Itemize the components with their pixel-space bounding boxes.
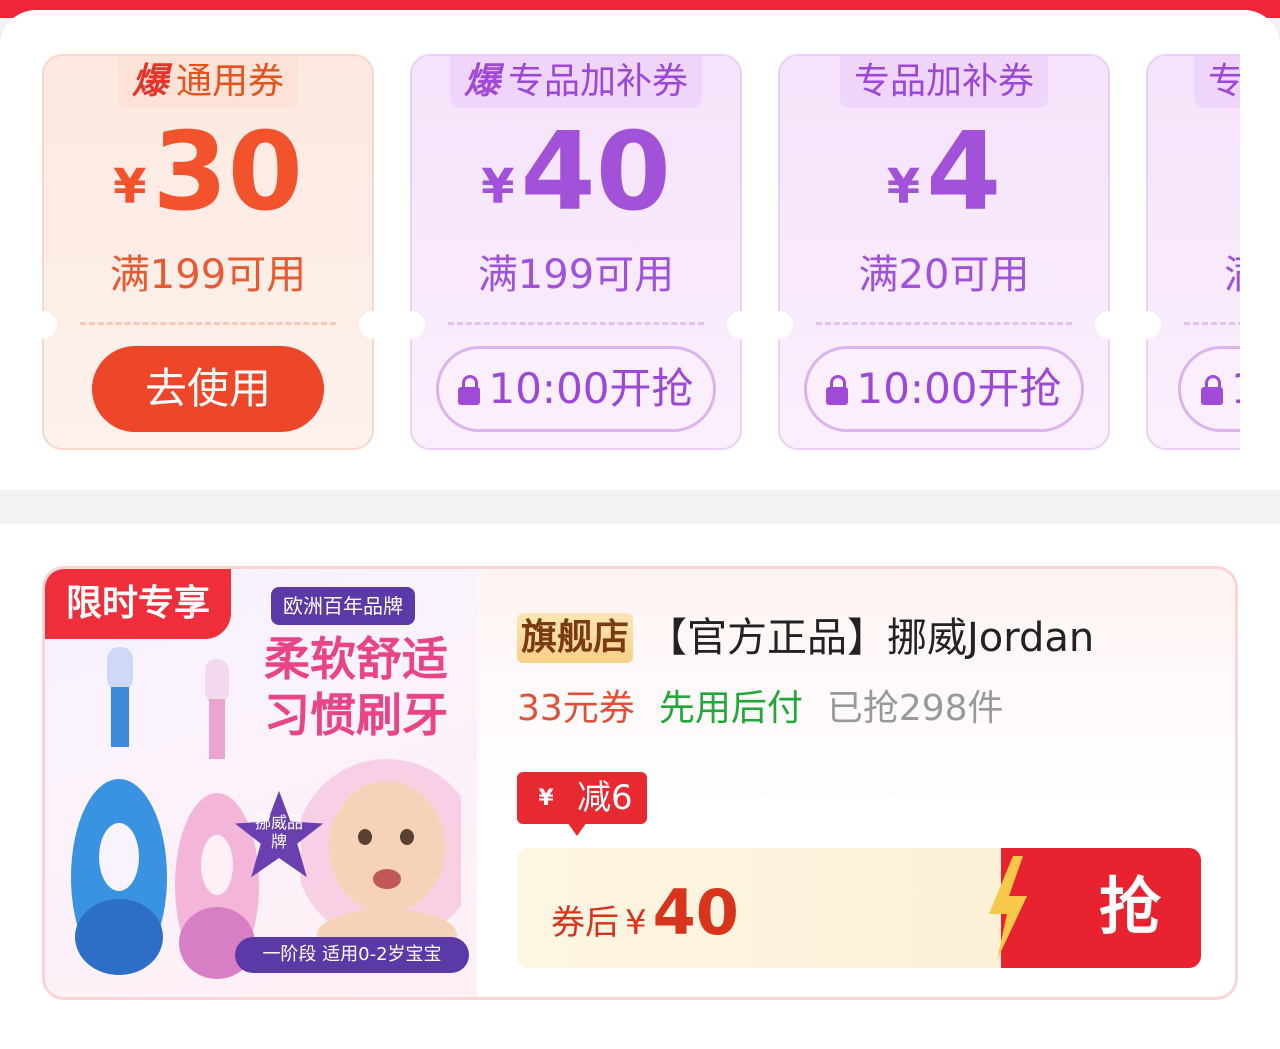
currency-symbol: ¥ <box>625 903 647 943</box>
badge-pointer <box>567 822 587 836</box>
lightning-icon <box>989 856 1027 960</box>
grab-button-label[interactable]: 抢 <box>1099 870 1161 944</box>
coupon-condition: 满199可用 <box>109 252 307 298</box>
age-stage-banner: 一阶段 适用0-2岁宝宝 <box>235 937 469 973</box>
after-coupon-label: 券后 <box>551 903 619 943</box>
hot-badge: 爆 <box>131 61 168 102</box>
lock-icon <box>826 375 849 405</box>
grab-at-time-button[interactable]: 10:00开抢 <box>804 346 1084 432</box>
slogan-line: 习惯刷牙 <box>264 688 448 742</box>
product-slogan: 柔软舒适 习惯刷牙 <box>241 631 471 743</box>
currency-symbol: ¥ <box>481 159 515 215</box>
currency-symbol: ¥ <box>113 159 147 215</box>
lock-icon <box>458 375 481 405</box>
coupon-tag: 爆 通用券 <box>117 56 299 108</box>
coupon-card-special-40[interactable]: 爆 专品加补券 ¥40 满199可用 10:00开抢 <box>397 54 755 450</box>
currency-symbol: ¥ <box>886 159 921 215</box>
coupon-divider <box>80 322 336 325</box>
coupon-amount: ¥4 <box>780 118 1108 228</box>
product-title[interactable]: 【官方正品】挪威Jordan <box>647 615 1094 661</box>
grab-at-time-button[interactable]: 10:00开抢 <box>436 346 716 432</box>
coupon-notch <box>1133 311 1161 339</box>
product-title-row[interactable]: 旗舰店 【官方正品】挪威Jordan <box>517 605 1094 663</box>
product-panel: 限时专享 欧洲百年品牌 柔软舒适 习惯刷牙 挪威品牌 一阶段 适用0-2岁宝宝 … <box>0 524 1280 1049</box>
limited-offer-badge: 限时专享 <box>45 569 231 639</box>
sold-count: 已抢298件 <box>826 688 1004 729</box>
discount-badge: ¥ 减6 <box>517 772 647 836</box>
coupon-tag: 33元券 <box>517 688 635 729</box>
hot-badge: 爆 <box>463 61 500 102</box>
discount-text: 减6 <box>573 774 645 822</box>
coupon-divider <box>448 322 704 325</box>
star-badge-text: 挪威品牌 <box>255 813 304 851</box>
coupon-tag: 专品加补券 <box>839 56 1049 108</box>
coupon-title: 专 <box>1207 61 1245 102</box>
coupon-value: 30 <box>152 110 303 235</box>
brand-tag: 欧洲百年品牌 <box>271 587 415 625</box>
coupon-divider <box>816 322 1072 325</box>
coupon-notch <box>1095 311 1123 339</box>
slogan-line: 柔软舒适 <box>264 632 448 686</box>
blue-toothbrush-icon <box>71 647 167 975</box>
coupon-notch <box>359 311 387 339</box>
coupon-title: 专品加补券 <box>508 61 689 102</box>
pay-later-tag: 先用后付 <box>658 688 803 729</box>
coupon-title: 通用券 <box>176 61 285 102</box>
scroll-edge <box>1240 10 1280 490</box>
coupon-condition: 满20可用 <box>858 252 1030 298</box>
coupon-amount: ¥40 <box>412 118 740 228</box>
after-coupon-price: 券后 ¥40 <box>551 876 739 949</box>
coupon-notch <box>765 311 793 339</box>
coupon-value: 40 <box>520 110 671 235</box>
buy-bar[interactable]: 券后 ¥40 抢 <box>517 848 1201 968</box>
coupon-card-special-4[interactable]: 专品加补券 ¥4 满20可用 10:00开抢 <box>765 54 1123 450</box>
coupon-ticket-icon: ¥ <box>519 774 573 822</box>
coupon-value: 4 <box>926 110 1002 235</box>
coupon-card-general[interactable]: 爆 通用券 ¥30 满199可用 去使用 <box>29 54 387 450</box>
product-card[interactable]: 限时专享 欧洲百年品牌 柔软舒适 习惯刷牙 挪威品牌 一阶段 适用0-2岁宝宝 … <box>42 566 1238 1000</box>
coupon-notch <box>397 311 425 339</box>
flagship-store-badge: 旗舰店 <box>517 613 634 663</box>
coupon-divider <box>1184 322 1244 325</box>
lock-icon <box>1201 375 1223 405</box>
use-coupon-button[interactable]: 去使用 <box>92 346 324 432</box>
product-image[interactable]: 限时专享 欧洲百年品牌 柔软舒适 习惯刷牙 挪威品牌 一阶段 适用0-2岁宝宝 <box>45 569 477 997</box>
product-tags: 33元券 先用后付 已抢298件 <box>517 679 1004 731</box>
coupon-notch <box>727 311 755 339</box>
coupon-notch <box>29 311 57 339</box>
coupon-tag: 爆 专品加补券 <box>449 56 703 108</box>
grab-time-label: 10:00开抢 <box>488 364 694 413</box>
grab-time-label: 10:00开抢 <box>856 364 1062 413</box>
coupon-panel: 爆 通用券 ¥30 满199可用 去使用 爆 专品加补券 ¥40 满199可用 … <box>0 10 1280 490</box>
coupon-condition: 满199可用 <box>477 252 675 298</box>
coupon-title: 专品加补券 <box>853 61 1035 102</box>
price-value: 40 <box>652 876 739 949</box>
coupon-amount: ¥30 <box>44 118 372 228</box>
